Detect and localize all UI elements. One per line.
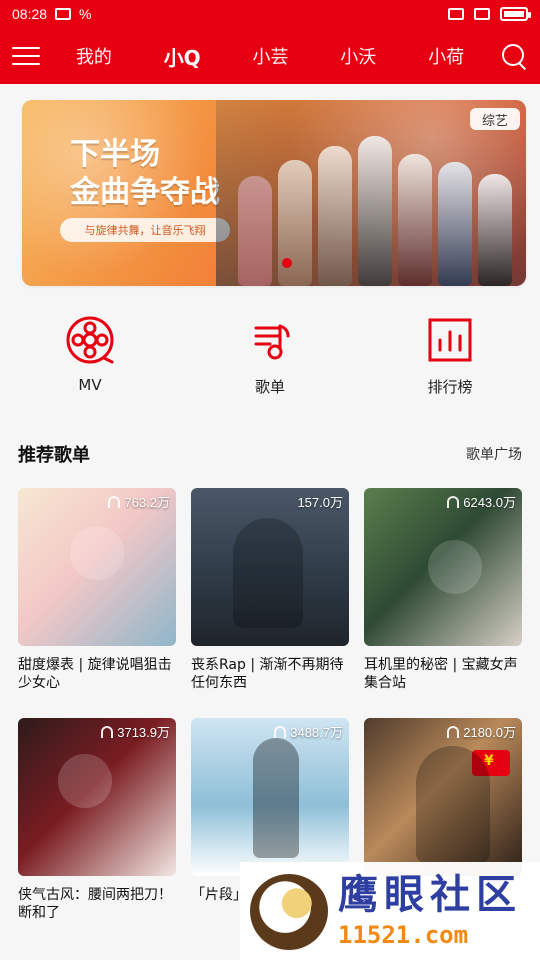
film-reel-icon — [66, 316, 114, 364]
thumbnail-art — [416, 746, 490, 864]
thumbnail-art — [70, 526, 124, 580]
status-left: 08:28 % — [12, 6, 92, 22]
banner-subline: 与旋律共舞，让音乐飞翔 — [60, 218, 230, 242]
headphones-icon — [274, 725, 287, 738]
watermark-text: 鹰眼社区 11521.com — [338, 871, 522, 949]
playlist-title: 耳机里的秘密 | 宝藏女声集合站 — [364, 657, 518, 691]
playlist-thumbnail[interactable]: 3488.7万 — [191, 718, 349, 876]
tab-xiaowo[interactable]: 小沃 — [340, 43, 376, 69]
play-count: 157.0万 — [297, 492, 343, 511]
featured-banner[interactable]: 下半场 金曲争夺战 与旋律共舞，让音乐飞翔 综艺 — [22, 100, 526, 286]
play-count-value: 3713.9万 — [117, 725, 170, 740]
banner-person — [238, 176, 272, 286]
tab-mine[interactable]: 我的 — [76, 43, 112, 69]
play-count-value: 157.0万 — [297, 495, 343, 510]
headphones-icon — [108, 495, 121, 508]
watermark: 鹰眼社区 11521.com — [240, 862, 540, 960]
quick-action-label: 排行榜 — [427, 378, 473, 396]
banner-headline: 下半场 金曲争夺战 — [70, 136, 220, 212]
top-navigation: 我的 小Q 小芸 小沃 小荷 — [0, 28, 540, 84]
play-count: 3713.9万 — [101, 722, 170, 741]
play-count-value: 6243.0万 — [463, 495, 516, 510]
quick-action-playlists[interactable]: 歌单 — [200, 314, 340, 397]
headphones-icon — [447, 495, 460, 508]
search-icon[interactable] — [500, 42, 528, 70]
signal-icon — [474, 8, 490, 20]
eagle-logo-icon — [250, 872, 328, 950]
banner-person — [438, 162, 472, 286]
quick-action-label: 歌单 — [254, 378, 285, 396]
playlist-card[interactable]: 3713.9万 侠气古风：腰间两把刀！断和了 — [18, 718, 176, 922]
status-extra: % — [79, 6, 92, 22]
playlist-title: 侠气古风：腰间两把刀！断和了 — [18, 887, 172, 921]
play-count-value: 2180.0万 — [463, 725, 516, 740]
banner-headline-line2: 金曲争夺战 — [70, 175, 220, 210]
section-title: 推荐歌单 — [18, 445, 90, 466]
banner-person — [278, 160, 312, 286]
play-count: 2180.0万 — [447, 722, 516, 741]
watermark-top: 鹰眼社区 — [338, 871, 522, 918]
playlist-card[interactable]: 157.0万 丧系Rap | 渐渐不再期待任何东西 — [191, 488, 349, 692]
play-count: 3488.7万 — [274, 722, 343, 741]
thumbnail-art — [233, 518, 303, 628]
recommended-playlists-header: 推荐歌单 歌单广场 — [18, 440, 522, 468]
quick-actions: MV 歌单 排行榜 — [0, 314, 540, 404]
battery-icon — [500, 7, 531, 21]
playlist-thumbnail[interactable]: 3713.9万 — [18, 718, 176, 876]
banner-tag: 综艺 — [470, 108, 520, 130]
playlist-title: 丧系Rap | 渐渐不再期待任何东西 — [191, 657, 344, 691]
thumbnail-art — [58, 754, 112, 808]
tab-xiaoyun[interactable]: 小芸 — [253, 43, 289, 69]
banner-person — [358, 136, 392, 286]
playlist-grid: 763.2万 甜度爆表 | 旋律说唱狙击少女心 157.0万 丧系Rap | 渐… — [18, 488, 522, 922]
status-right — [448, 7, 531, 21]
main-content: 下半场 金曲争夺战 与旋律共舞，让音乐飞翔 综艺 MV 歌单 排行榜 推荐歌单 … — [0, 84, 540, 960]
thumbnail-art — [253, 738, 299, 858]
play-count-value: 763.2万 — [124, 495, 170, 510]
play-count: 763.2万 — [108, 492, 170, 511]
sim-icon — [448, 8, 464, 20]
playlist-icon — [254, 324, 290, 360]
banner-person — [398, 154, 432, 286]
banner-person — [318, 146, 352, 286]
playlist-card[interactable]: 6243.0万 耳机里的秘密 | 宝藏女声集合站 — [364, 488, 522, 692]
banner-headline-line1: 下半场 — [70, 137, 160, 172]
chart-icon — [428, 318, 472, 362]
status-time: 08:28 — [12, 6, 48, 22]
notification-icon — [55, 8, 72, 20]
watermark-bottom: 11521.com — [338, 921, 469, 949]
tab-xiaoq[interactable]: 小Q — [164, 42, 201, 71]
quick-action-charts[interactable]: 排行榜 — [380, 314, 520, 397]
playlist-plaza-link[interactable]: 歌单广场 — [466, 444, 522, 464]
playlist-thumbnail[interactable]: 2180.0万 — [364, 718, 522, 876]
playlist-card[interactable]: 763.2万 甜度爆表 | 旋律说唱狙击少女心 — [18, 488, 176, 692]
headphones-icon — [447, 725, 460, 738]
headphones-icon — [101, 725, 114, 738]
tab-xiaohe[interactable]: 小荷 — [428, 43, 464, 69]
play-count: 6243.0万 — [447, 492, 516, 511]
playlist-thumbnail[interactable]: 763.2万 — [18, 488, 176, 646]
play-count-value: 3488.7万 — [290, 725, 343, 740]
quick-action-label: MV — [78, 376, 102, 394]
thumbnail-art — [428, 540, 482, 594]
quick-action-mv[interactable]: MV — [20, 314, 160, 394]
banner-indicator-dot — [282, 258, 292, 268]
status-bar: 08:28 % — [0, 0, 540, 28]
top-tabs: 我的 小Q 小芸 小沃 小荷 — [40, 42, 500, 71]
playlist-thumbnail[interactable]: 6243.0万 — [364, 488, 522, 646]
playlist-thumbnail[interactable]: 157.0万 — [191, 488, 349, 646]
playlist-title: 甜度爆表 | 旋律说唱狙击少女心 — [18, 657, 172, 691]
menu-icon[interactable] — [12, 42, 40, 70]
banner-person — [478, 174, 512, 286]
